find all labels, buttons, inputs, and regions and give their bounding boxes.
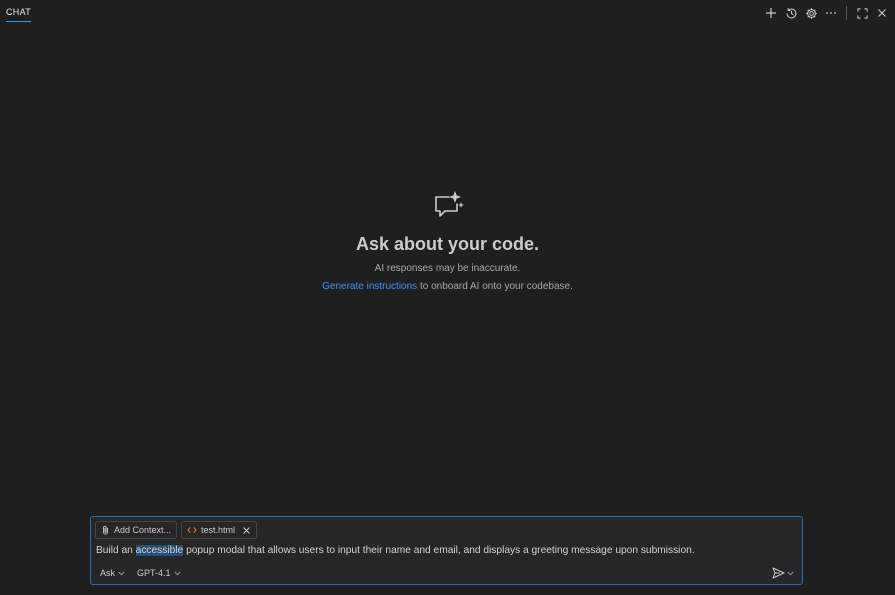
mode-label: Ask bbox=[100, 568, 116, 578]
add-context-button[interactable]: Add Context... bbox=[95, 521, 178, 539]
add-context-label: Add Context... bbox=[114, 525, 172, 535]
paperclip-icon bbox=[101, 525, 110, 535]
model-label: GPT-4.1 bbox=[137, 568, 171, 578]
settings-button[interactable] bbox=[802, 4, 820, 22]
send-icon bbox=[772, 567, 785, 579]
html-file-icon bbox=[187, 526, 197, 534]
chevron-down-icon bbox=[174, 571, 181, 575]
maximize-icon bbox=[856, 7, 868, 19]
welcome-title: Ask about your code. bbox=[355, 234, 540, 254]
generate-instructions-text: to onboard AI onto your codebase. bbox=[417, 281, 573, 292]
prompt-text-after: popup modal that allows users to input t… bbox=[183, 545, 695, 556]
chat-input-box[interactable]: Add Context... test.html Build an access… bbox=[90, 516, 803, 585]
more-actions-button[interactable] bbox=[822, 4, 840, 22]
generate-instructions-line: Generate instructions to onboard AI onto… bbox=[0, 281, 895, 292]
gear-icon bbox=[805, 7, 817, 19]
file-chip-label: test.html bbox=[201, 525, 236, 535]
welcome-disclaimer: AI responses may be inaccurate. bbox=[374, 263, 521, 274]
prompt-text-selection: accessible bbox=[135, 545, 184, 556]
close-icon bbox=[878, 9, 886, 17]
new-chat-button[interactable] bbox=[762, 4, 780, 22]
prompt-text[interactable]: Build an accessible popup modal that all… bbox=[96, 545, 695, 556]
welcome-section: Ask about your code. AI responses may be… bbox=[0, 188, 895, 292]
header-separator bbox=[846, 6, 847, 20]
chat-header: CHAT bbox=[0, 0, 895, 26]
tab-chat[interactable]: CHAT bbox=[6, 7, 32, 22]
input-toolbar: Ask GPT-4.1 bbox=[100, 568, 181, 578]
file-context-chip[interactable]: test.html bbox=[181, 521, 258, 539]
chevron-down-icon bbox=[118, 571, 125, 575]
model-dropdown[interactable]: GPT-4.1 bbox=[137, 568, 181, 578]
history-button[interactable] bbox=[782, 4, 800, 22]
plus-icon bbox=[766, 8, 776, 18]
generate-instructions-link[interactable]: Generate instructions bbox=[322, 281, 417, 292]
remove-file-icon[interactable] bbox=[242, 526, 251, 535]
mode-dropdown[interactable]: Ask bbox=[100, 568, 125, 578]
context-row: Add Context... test.html bbox=[95, 521, 258, 539]
header-actions bbox=[762, 4, 891, 22]
prompt-text-before: Build an bbox=[96, 545, 136, 556]
chat-sparkle-icon bbox=[431, 188, 465, 222]
more-icon bbox=[826, 12, 836, 14]
chevron-down-icon[interactable] bbox=[787, 571, 794, 576]
send-button[interactable] bbox=[772, 567, 794, 579]
close-panel-button[interactable] bbox=[873, 4, 891, 22]
history-icon bbox=[786, 7, 796, 18]
maximize-button[interactable] bbox=[853, 4, 871, 22]
chat-panel: CHAT Ask about your code. AI responses m… bbox=[0, 0, 895, 595]
